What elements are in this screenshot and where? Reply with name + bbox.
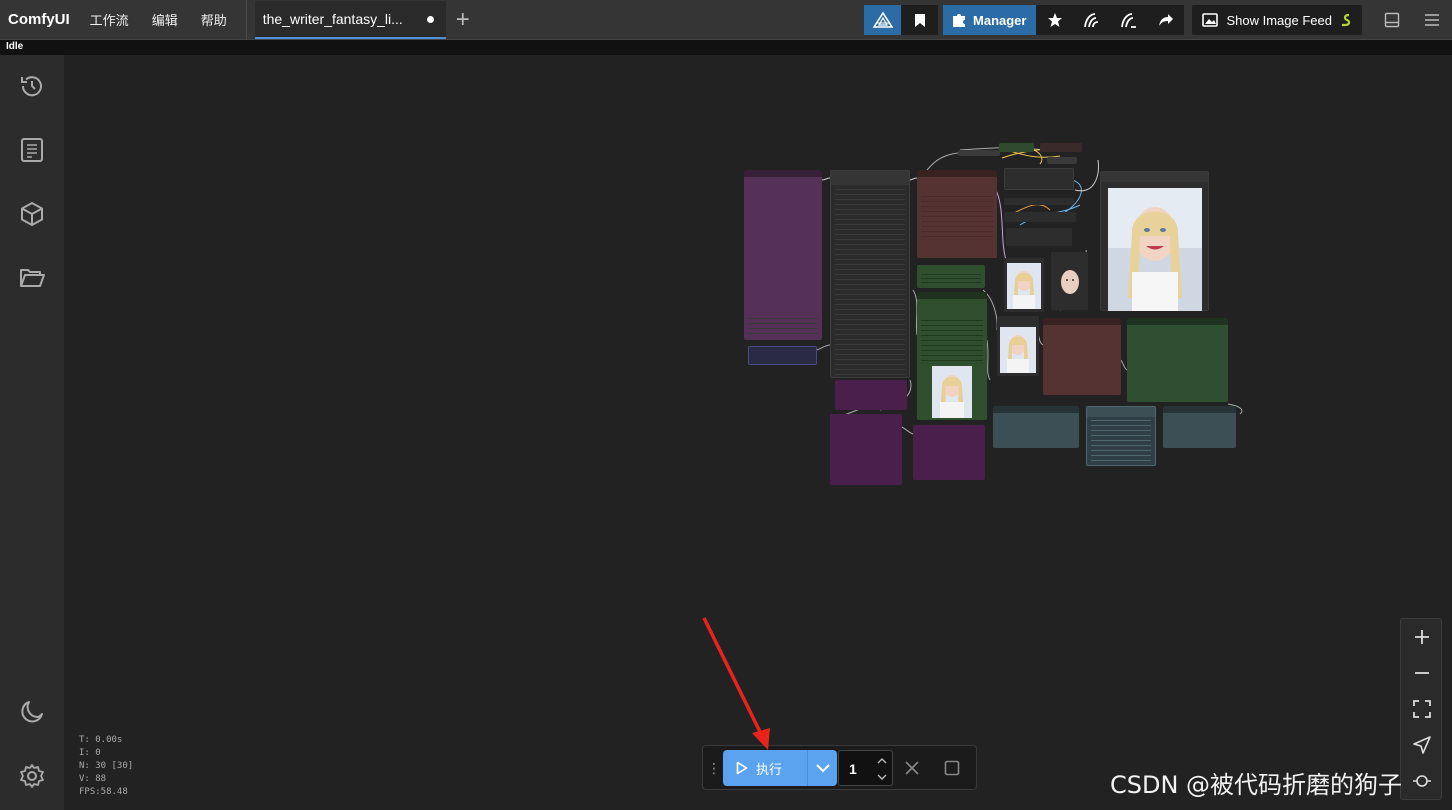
increment-button[interactable] bbox=[876, 753, 888, 768]
comfyui-app: ComfyUI 工作流 编辑 帮助 the_writer_fantasy_li.… bbox=[0, 0, 1452, 810]
graph-node-preview[interactable] bbox=[997, 316, 1039, 376]
decrement-button[interactable] bbox=[876, 769, 888, 784]
graph-node-prompt[interactable] bbox=[744, 170, 822, 340]
execute-toolbar: ⋮ 执行 bbox=[702, 745, 977, 790]
chevron-up-icon bbox=[877, 757, 887, 763]
graph-node[interactable] bbox=[1127, 318, 1228, 402]
graph-node[interactable] bbox=[748, 346, 817, 365]
portrait-image bbox=[932, 366, 972, 418]
graph-node[interactable] bbox=[1004, 198, 1074, 205]
portrait-image bbox=[1000, 327, 1036, 373]
graph-node-preview[interactable] bbox=[1004, 258, 1044, 312]
play-icon bbox=[736, 761, 748, 775]
portrait-image bbox=[1108, 188, 1202, 311]
graph-node[interactable] bbox=[1004, 212, 1076, 222]
graph-node-list[interactable] bbox=[1086, 406, 1156, 466]
mask-thumbnail bbox=[1056, 264, 1084, 304]
node-links bbox=[816, 147, 1243, 435]
locate-button[interactable] bbox=[1406, 729, 1438, 761]
graph-node[interactable] bbox=[917, 265, 985, 288]
face-crop-image bbox=[1056, 264, 1084, 304]
graph-node-list[interactable] bbox=[830, 170, 910, 378]
graph-node[interactable] bbox=[913, 425, 985, 480]
toggle-links-button[interactable] bbox=[1406, 765, 1438, 797]
preview-thumbnail bbox=[1000, 327, 1036, 373]
zoom-controls bbox=[1400, 618, 1442, 800]
zoom-out-button[interactable] bbox=[1406, 657, 1438, 689]
zoom-out-icon bbox=[1415, 672, 1429, 674]
chevron-down-icon bbox=[877, 774, 887, 780]
queue-mode-dropdown[interactable] bbox=[807, 750, 837, 786]
stop-icon bbox=[944, 760, 960, 776]
link-visibility-icon bbox=[1413, 775, 1431, 787]
graph-node[interactable] bbox=[999, 143, 1034, 152]
zoom-in-button[interactable] bbox=[1406, 621, 1438, 653]
close-icon bbox=[905, 761, 919, 775]
graph-node[interactable] bbox=[1040, 143, 1082, 152]
graph-node[interactable] bbox=[958, 150, 1000, 156]
preview-thumbnail bbox=[1007, 263, 1041, 309]
chevron-down-icon bbox=[815, 764, 830, 773]
watermark-text: CSDN @被代码折磨的狗子 bbox=[1110, 771, 1403, 799]
drag-handle-icon[interactable]: ⋮ bbox=[707, 760, 721, 777]
graph-node[interactable] bbox=[835, 380, 907, 410]
graph-node[interactable] bbox=[1004, 168, 1074, 190]
interrupt-button[interactable] bbox=[899, 755, 925, 781]
graph-node[interactable] bbox=[1163, 406, 1236, 448]
queue-prompt-label: 执行 bbox=[756, 761, 783, 777]
batch-count-stepper bbox=[838, 750, 893, 786]
portrait-thumbnail[interactable] bbox=[932, 366, 972, 418]
portrait-image bbox=[1007, 263, 1041, 309]
graph-node-mask[interactable] bbox=[1051, 252, 1088, 310]
output-image bbox=[1108, 188, 1202, 311]
graph-node[interactable] bbox=[1043, 318, 1121, 395]
graph-node[interactable] bbox=[1047, 157, 1077, 164]
batch-count-input[interactable] bbox=[849, 760, 875, 778]
zoom-in-icon bbox=[1415, 630, 1429, 644]
clear-queue-button[interactable] bbox=[939, 755, 965, 781]
fit-view-button[interactable] bbox=[1406, 693, 1438, 725]
graph-node[interactable] bbox=[917, 170, 997, 258]
fit-view-icon bbox=[1413, 700, 1431, 718]
graph-node[interactable] bbox=[830, 414, 902, 485]
graph-node[interactable] bbox=[993, 406, 1079, 448]
graph-node-save-image[interactable] bbox=[1100, 171, 1209, 311]
locate-icon bbox=[1413, 736, 1431, 754]
queue-prompt-button[interactable]: 执行 bbox=[723, 750, 807, 786]
graph-node[interactable] bbox=[1006, 228, 1072, 246]
